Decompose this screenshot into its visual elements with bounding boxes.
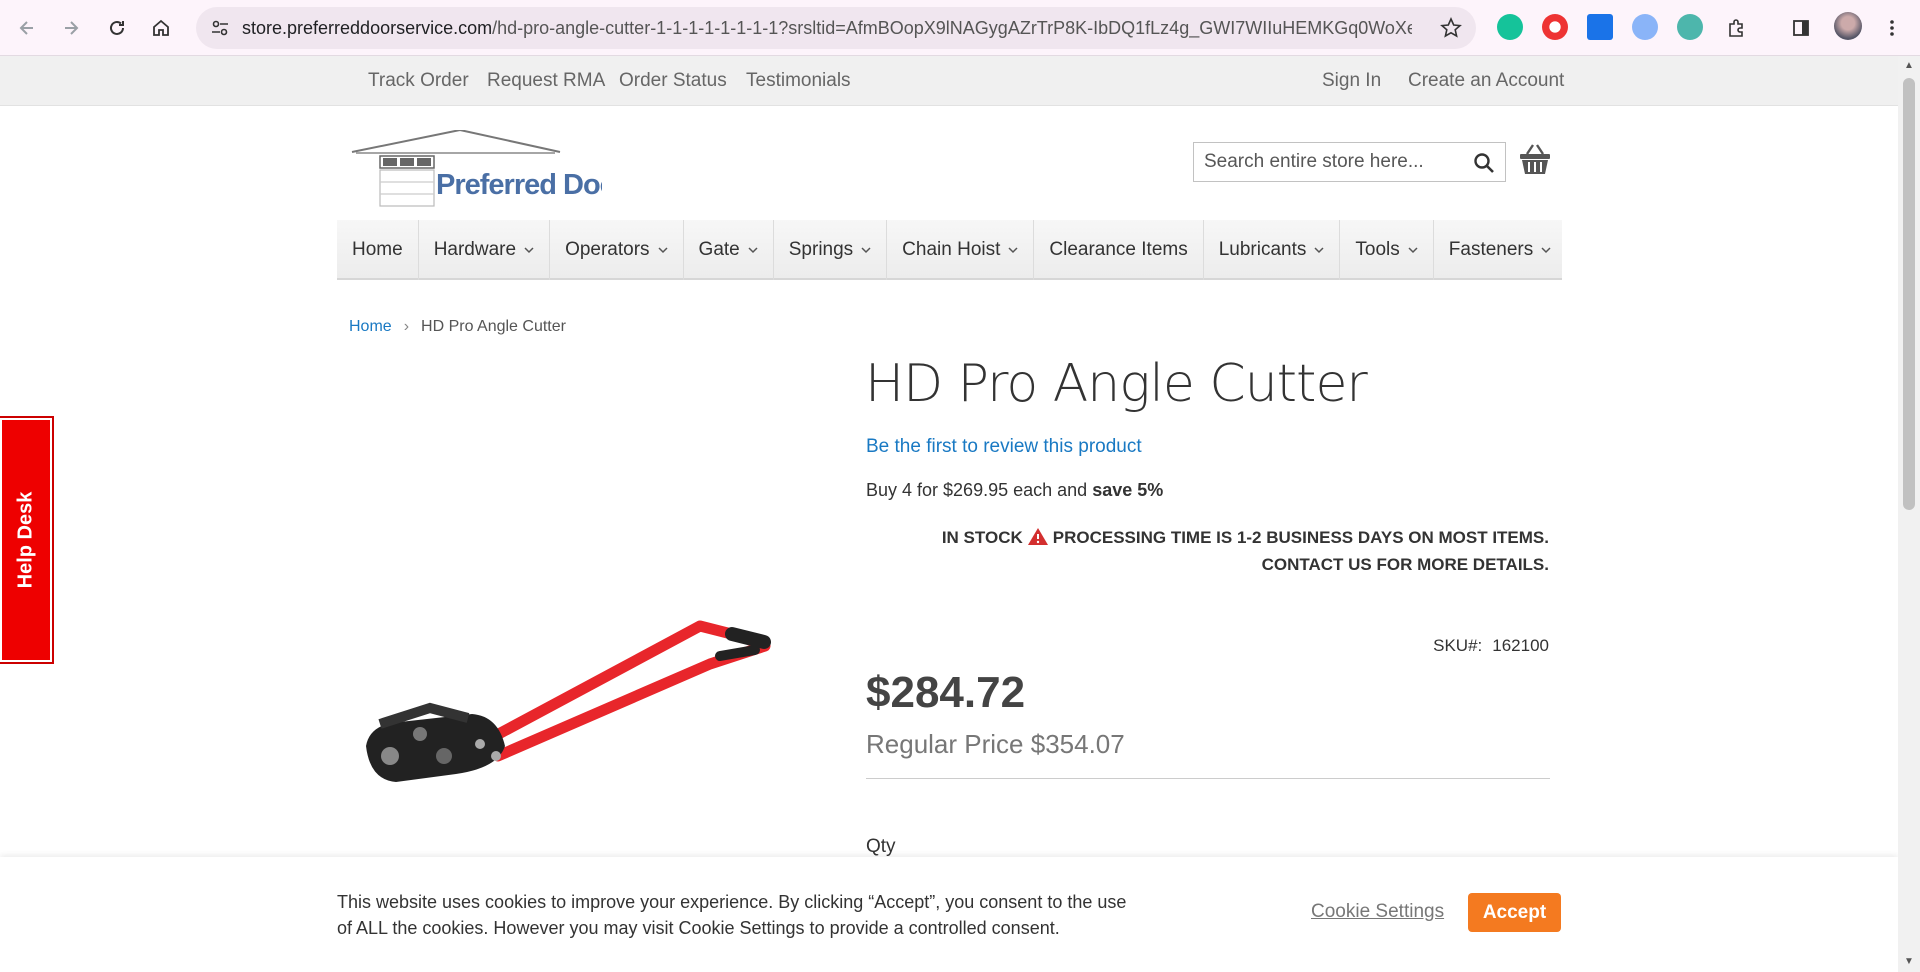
cookie-banner: This website uses cookies to improve you… [0,857,1898,972]
chevron-down-icon [1541,246,1551,253]
chevron-down-icon [524,246,534,253]
browser-menu-icon[interactable] [1880,12,1904,44]
help-desk-tab[interactable]: Help Desk [0,416,54,664]
forward-icon[interactable] [55,12,87,44]
menu-item-lubricants[interactable]: Lubricants [1204,220,1341,280]
sku-label: SKU#: [1433,636,1483,655]
page-scrollbar[interactable]: ▲ ▼ [1898,56,1920,972]
product-image[interactable] [360,596,820,806]
search-extension-icon[interactable] [1677,14,1703,40]
menu-label: Fasteners [1448,239,1534,260]
breadcrumb-home-link[interactable]: Home [349,318,392,335]
warning-icon [1027,528,1048,545]
breadcrumb: Home › HD Pro Angle Cutter [349,318,566,336]
home-icon[interactable] [145,12,177,44]
menu-item-springs[interactable]: Springs [774,220,888,280]
profile-avatar[interactable] [1834,12,1862,40]
in-stock-label: IN STOCK [941,528,1023,547]
breadcrumb-separator: › [403,318,410,335]
url-path: /hd-pro-angle-cutter-1-1-1-1-1-1-1-1?srs… [492,18,1412,38]
top-links-bar: Track Order Request RMA Order Status Tes… [0,56,1898,106]
cookie-settings-link[interactable]: Cookie Settings [1311,901,1444,923]
regular-price: Regular Price $354.07 [866,729,1125,759]
globe-extension-icon[interactable] [1632,14,1658,40]
processing-time-text: PROCESSING TIME IS 1-2 BUSINESS DAYS ON … [1052,528,1549,547]
sku: SKU#: 162100 [1433,636,1549,656]
chevron-down-icon [658,246,668,253]
review-link[interactable]: Be the first to review this product [866,436,1142,458]
search-input[interactable] [1204,151,1464,173]
tier-price: Buy 4 for $269.95 each and save 5% [866,480,1163,501]
main-navigation: Home Hardware Operators Gate Springs Cha… [337,220,1562,280]
browser-toolbar: store.preferreddoorservice.com/hd-pro-an… [0,0,1920,56]
product-title: HD Pro Angle Cutter [865,354,1368,414]
sku-value: 162100 [1492,636,1549,655]
menu-item-clearance-items[interactable]: Clearance Items [1034,220,1204,280]
menu-label: Chain Hoist [902,239,1001,260]
grammarly-extension-icon[interactable] [1497,14,1523,40]
url-text[interactable]: store.preferreddoorservice.com/hd-pro-an… [242,18,1412,39]
accept-cookies-button[interactable]: Accept [1468,893,1561,932]
bookmark-star-icon[interactable] [1440,17,1462,39]
qty-label: Qty [866,836,896,857]
menu-label: Clearance Items [1049,239,1188,260]
chevron-down-icon [861,246,871,253]
logo-text: Preferred Doors [436,169,602,201]
create-account-link[interactable]: Create an Account [1408,70,1564,92]
menu-label: Lubricants [1218,239,1307,260]
menu-label: Home [352,239,403,260]
cookie-message: This website uses cookies to improve you… [337,892,1127,938]
chevron-down-icon [1008,246,1018,253]
track-order-link[interactable]: Track Order [368,70,469,92]
side-panel-icon[interactable] [1785,12,1817,44]
contact-us-text: CONTACT US FOR MORE DETAILS. [1261,555,1549,574]
chevron-down-icon [1408,246,1418,253]
chevron-down-icon [748,246,758,253]
reload-icon[interactable] [101,12,133,44]
menu-label: Hardware [433,239,517,260]
menu-item-gate[interactable]: Gate [684,220,774,280]
menu-label: Tools [1355,239,1400,260]
extensions-puzzle-icon[interactable] [1720,12,1752,44]
address-bar[interactable]: store.preferreddoorservice.com/hd-pro-an… [196,7,1476,49]
breadcrumb-current: HD Pro Angle Cutter [421,318,566,335]
search-icon[interactable] [1473,152,1495,174]
sign-in-link[interactable]: Sign In [1322,70,1381,92]
menu-item-fasteners[interactable]: Fasteners [1434,220,1566,280]
web-page: Track Order Request RMA Order Status Tes… [0,56,1898,972]
menu-item-hardware[interactable]: Hardware [419,220,551,280]
scroll-down-arrow-icon[interactable]: ▼ [1903,956,1915,968]
menu-label: Operators [565,239,650,260]
search-box [1193,142,1506,182]
url-host: store.preferreddoorservice.com [242,18,493,38]
tier-savings: save 5% [1092,480,1164,500]
scroll-thumb[interactable] [1903,78,1915,510]
help-desk-label: Help Desk [14,491,37,589]
menu-label: Springs [788,239,854,260]
final-price: $284.72 [866,668,1026,717]
back-icon[interactable] [11,12,43,44]
cart-basket-icon[interactable] [1518,142,1552,176]
chevron-down-icon [1314,246,1324,253]
scroll-up-arrow-icon[interactable]: ▲ [1903,60,1915,72]
testimonials-link[interactable]: Testimonials [746,70,851,92]
menu-label: Gate [698,239,740,260]
menu-item-operators[interactable]: Operators [550,220,684,280]
stock-status: IN STOCK PROCESSING TIME IS 1-2 BUSINESS … [942,524,1549,578]
site-info-icon[interactable] [210,18,230,38]
menu-item-tools[interactable]: Tools [1340,220,1434,280]
tier-price-text: Buy 4 for $269.95 each and [866,480,1088,500]
order-status-link[interactable]: Order Status [619,70,727,92]
request-rma-link[interactable]: Request RMA [487,70,605,92]
analytics-extension-icon[interactable] [1587,14,1613,40]
pokeball-extension-icon[interactable] [1542,14,1568,40]
divider [866,778,1550,779]
menu-item-home[interactable]: Home [337,220,419,280]
menu-item-chain-hoist[interactable]: Chain Hoist [887,220,1035,280]
